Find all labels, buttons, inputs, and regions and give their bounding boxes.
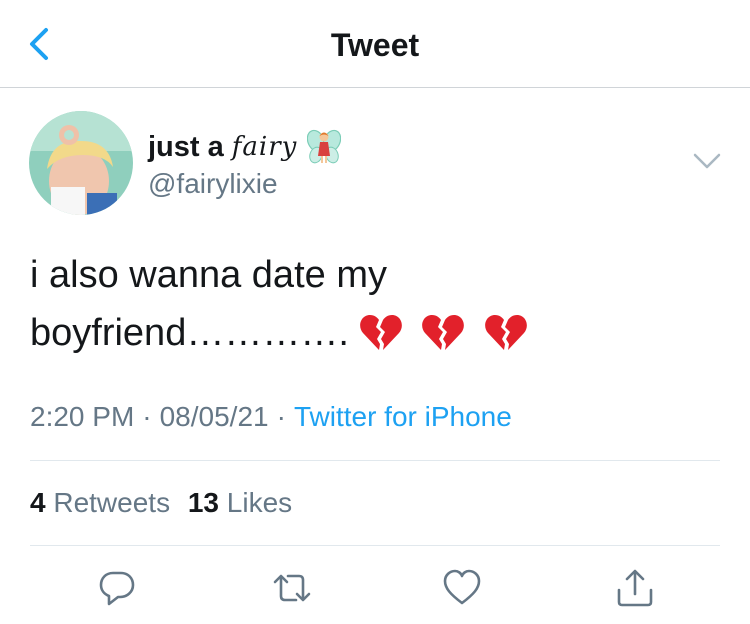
likes-label: Likes <box>226 487 293 518</box>
reply-button[interactable] <box>97 568 137 608</box>
author-name-stylized: fairy <box>231 132 298 162</box>
chevron-down-icon[interactable] <box>692 150 722 172</box>
author-name-text: just a <box>148 130 224 163</box>
reply-icon <box>99 571 135 606</box>
tweet-stats: 4 Retweets 13 Likes <box>30 487 292 519</box>
broken-heart-icon <box>485 314 527 350</box>
tweet-date: 08/05/21 <box>159 401 269 432</box>
tweet-time: 2:20 PM <box>30 401 135 432</box>
retweets-label: Retweets <box>53 487 171 518</box>
author-name[interactable]: just a fairy <box>148 128 342 166</box>
tweet-text-line-2-text: boyfriend…………. <box>30 312 349 354</box>
nav-divider <box>0 87 750 88</box>
fairy-emoji-icon <box>307 129 342 164</box>
broken-heart-icon <box>360 314 402 350</box>
likes-stat[interactable]: 13 Likes <box>188 487 292 518</box>
avatar[interactable] <box>29 111 133 215</box>
retweets-stat[interactable]: 4 Retweets <box>30 487 170 518</box>
share-button[interactable] <box>615 568 655 608</box>
retweet-button[interactable] <box>272 568 312 608</box>
tweet-meta: 2:20 PM · 08/05/21 · Twitter for iPhone <box>30 401 512 433</box>
tweet-text-line-1: i also wanna date my <box>30 254 387 296</box>
tweet-text-line-2: boyfriend…………. <box>30 304 720 364</box>
share-icon <box>617 569 653 607</box>
meta-separator: · <box>142 401 152 432</box>
divider <box>30 460 720 461</box>
action-bar <box>0 568 750 608</box>
divider <box>30 545 720 546</box>
navigation-bar: Tweet <box>0 0 750 88</box>
broken-heart-icon <box>422 314 465 350</box>
meta-separator: · <box>276 401 286 432</box>
like-icon <box>443 569 481 605</box>
likes-count: 13 <box>187 487 220 518</box>
retweet-icon <box>273 574 311 602</box>
tweet-text: i also wanna date my boyfriend…………. <box>30 246 720 364</box>
author-handle[interactable]: @fairylixie <box>148 168 278 200</box>
emoji-group <box>359 306 536 364</box>
tweet-source-link[interactable]: Twitter for iPhone <box>294 401 512 432</box>
page-title: Tweet <box>330 27 420 63</box>
retweets-count: 4 <box>30 487 46 518</box>
like-button[interactable] <box>442 568 482 608</box>
